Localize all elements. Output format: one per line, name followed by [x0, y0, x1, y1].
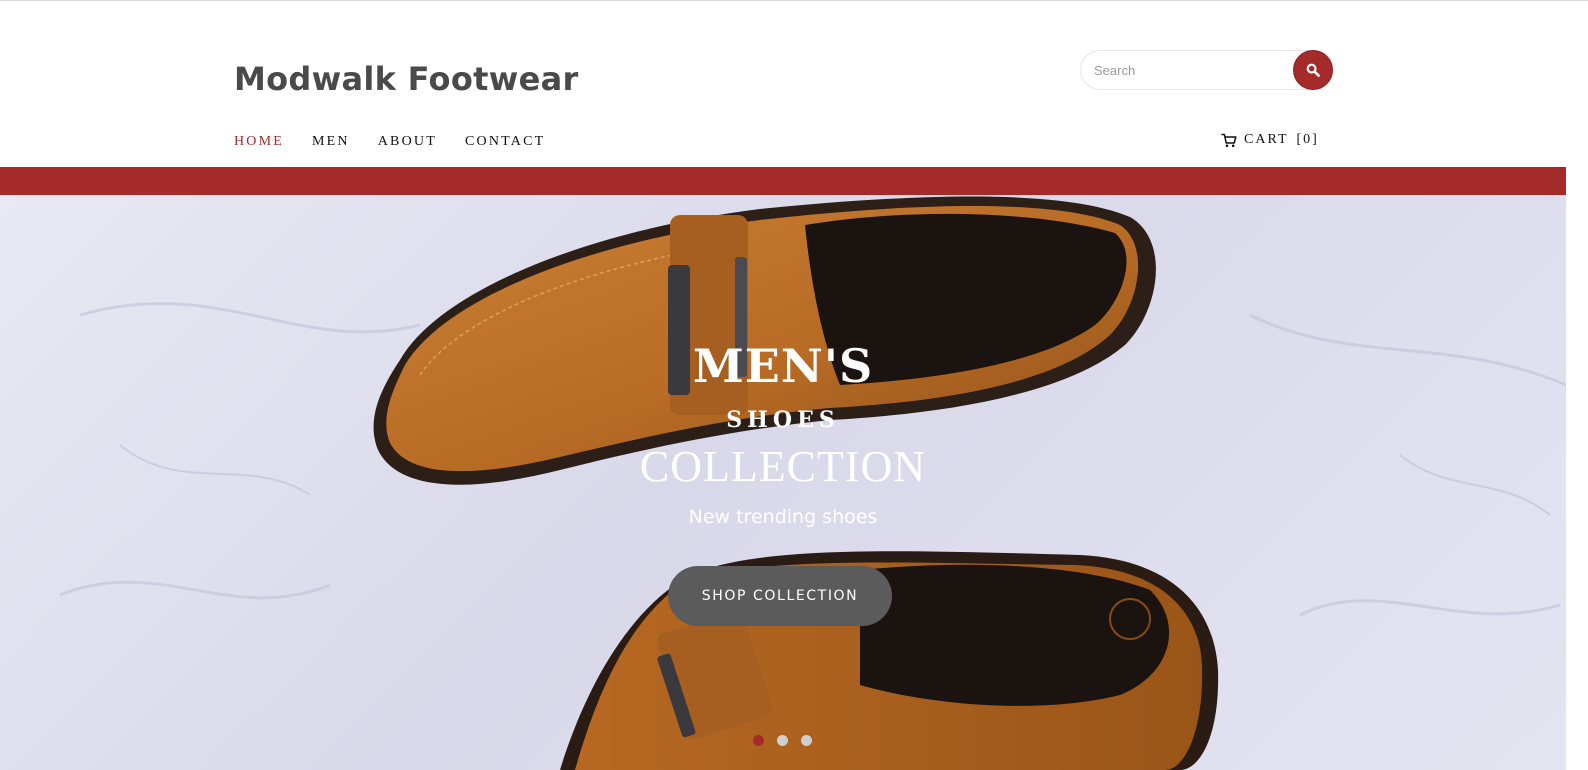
hero-caption: MEN'S SHOES COLLECTION New trending shoe…	[0, 195, 1566, 770]
hero-tagline: New trending shoes	[688, 506, 878, 528]
nav-contact[interactable]: CONTACT	[465, 134, 545, 150]
shop-collection-button[interactable]: SHOP COLLECTION	[668, 566, 892, 626]
hero-collection: COLLECTION	[639, 442, 927, 491]
nav-home[interactable]: HOME	[234, 134, 284, 150]
cart-icon	[1221, 133, 1237, 147]
slider-dots	[753, 735, 825, 746]
slider-dot-3[interactable]	[801, 735, 812, 746]
search-button[interactable]	[1293, 50, 1333, 90]
cart-label: CART	[1244, 132, 1289, 147]
accent-band	[0, 167, 1566, 195]
hero-title: MEN'S	[692, 339, 874, 393]
main-nav: HOME MEN ABOUT CONTACT	[234, 134, 573, 150]
top-divider	[0, 0, 1588, 1]
nav-about[interactable]: ABOUT	[378, 134, 437, 150]
search-form	[1080, 50, 1333, 90]
hero-subtitle: SHOES	[726, 407, 840, 433]
cart-count: [0]	[1296, 132, 1319, 147]
slider-dot-2[interactable]	[777, 735, 788, 746]
site-logo-title[interactable]: Modwalk Footwear	[234, 60, 579, 98]
slider-dot-1[interactable]	[753, 735, 764, 746]
search-icon	[1306, 63, 1320, 77]
hero-slider: MEN'S SHOES COLLECTION New trending shoe…	[0, 195, 1566, 770]
nav-men[interactable]: MEN	[312, 134, 350, 150]
cart-link[interactable]: CART [0]	[1221, 132, 1319, 148]
